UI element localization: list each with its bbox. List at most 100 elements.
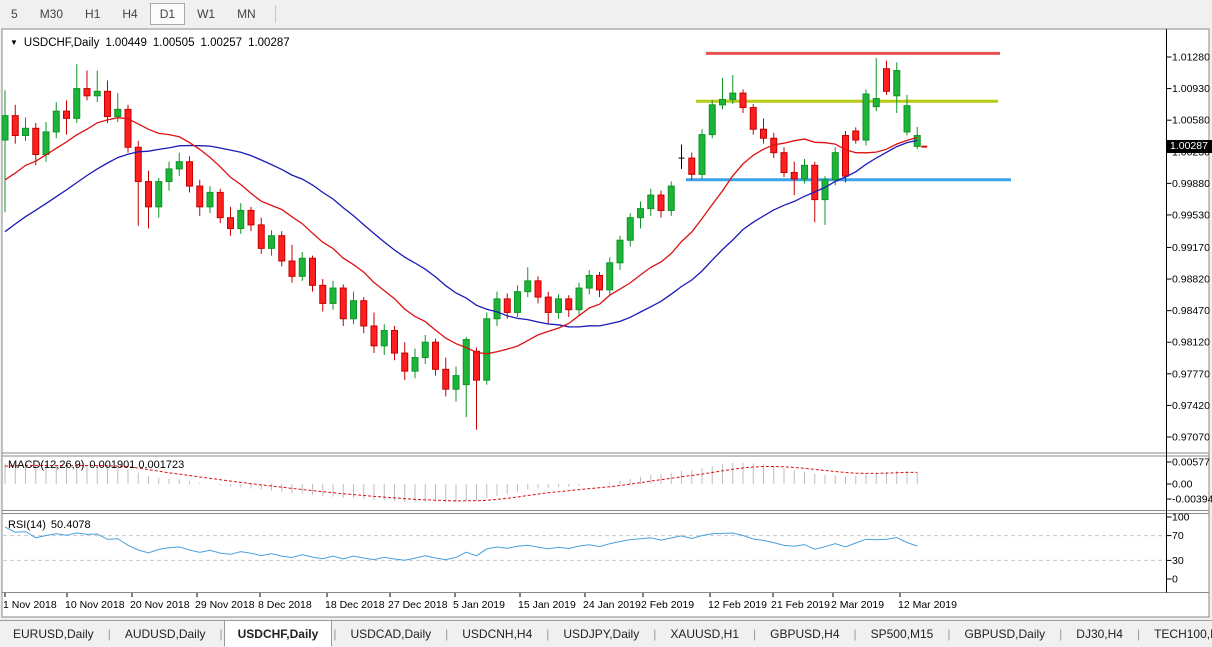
- macd-name: MACD(12,26,9): [8, 459, 84, 471]
- candle-body: [269, 236, 275, 249]
- candle-body: [658, 195, 664, 210]
- candle-body: [84, 89, 90, 96]
- tab-gbpusd-daily[interactable]: GBPUSD,Daily: [951, 621, 1058, 647]
- date-tick-label: 12 Mar 2019: [898, 599, 957, 611]
- tab-usdjpy-daily[interactable]: USDJPY,Daily: [550, 621, 652, 647]
- tab-usdcad-daily[interactable]: USDCAD,Daily: [337, 621, 444, 647]
- candle-body: [730, 93, 736, 99]
- candle-body: [802, 165, 808, 179]
- chart-dropdown-icon[interactable]: ▼: [10, 38, 18, 47]
- candle-body: [94, 91, 100, 96]
- rsi-tick-label: 100: [1172, 512, 1190, 524]
- candle-body: [53, 111, 59, 132]
- candle-body: [586, 275, 592, 288]
- chart-canvas[interactable]: 1.012801.009301.005801.002300.998800.995…: [0, 0, 1212, 620]
- macd-tick-label: -0.003944: [1172, 494, 1212, 506]
- macd-tick-label: 0.00: [1172, 479, 1193, 491]
- chart-low-value: 1.00257: [200, 37, 242, 49]
- chart-open-value: 1.00449: [105, 37, 147, 49]
- candle-body: [494, 299, 500, 319]
- chart-title: ▼ USDCHF,Daily 1.00449 1.00505 1.00257 1…: [10, 37, 290, 49]
- candle-body: [576, 288, 582, 310]
- tab-dj30-h4[interactable]: DJ30,H4: [1063, 621, 1136, 647]
- candle-body: [699, 135, 705, 175]
- tab-gbpusd-h4[interactable]: GBPUSD,H4: [757, 621, 852, 647]
- candle-body: [381, 330, 387, 345]
- candle-body: [535, 281, 541, 297]
- date-tick-label: 29 Nov 2018: [195, 599, 255, 611]
- rsi-value: 50.4078: [51, 519, 91, 531]
- candle-body: [443, 369, 449, 389]
- candle-body: [894, 71, 900, 96]
- tab-eurusd-daily[interactable]: EURUSD,Daily: [0, 621, 107, 647]
- tab-usdchf-daily[interactable]: USDCHF,Daily: [224, 620, 333, 647]
- candle-body: [556, 299, 562, 313]
- candle-body: [720, 99, 726, 104]
- candle-body: [822, 180, 828, 200]
- candle-body: [310, 258, 316, 285]
- rsi-tick-label: 70: [1172, 530, 1184, 542]
- candle-body: [351, 301, 357, 319]
- rsi-tick-label: 0: [1172, 574, 1178, 586]
- price-tick-label: 1.00930: [1172, 83, 1210, 95]
- candle-body: [566, 299, 572, 310]
- candle-body: [248, 210, 254, 224]
- tab-sp500-m15[interactable]: SP500,M15: [858, 621, 947, 647]
- candle-body: [689, 158, 695, 174]
- candle-body: [791, 173, 797, 179]
- candle-body: [863, 94, 869, 140]
- date-tick-label: 8 Dec 2018: [258, 599, 312, 611]
- candle-body: [258, 225, 264, 248]
- macd-values: 0.001901 0.001723: [89, 459, 184, 471]
- candle-body: [884, 69, 890, 92]
- date-tick-label: 2 Mar 2019: [831, 599, 884, 611]
- tab-xauusd-h1[interactable]: XAUUSD,H1: [657, 621, 752, 647]
- candle-body: [392, 330, 398, 353]
- price-tick-label: 0.97070: [1172, 432, 1210, 444]
- macd-indicator-label: MACD(12,26,9) 0.001901 0.001723: [8, 459, 184, 471]
- tab-audusd-daily[interactable]: AUDUSD,Daily: [112, 621, 219, 647]
- candle-body: [484, 319, 490, 380]
- candle-body: [125, 109, 131, 147]
- tab-tech100-h1[interactable]: TECH100,H1: [1141, 621, 1212, 647]
- candle-body: [545, 297, 551, 312]
- date-tick-label: 15 Jan 2019: [518, 599, 576, 611]
- price-tick-label: 0.99530: [1172, 209, 1210, 221]
- candle-body: [607, 263, 613, 290]
- rsi-name: RSI(14): [8, 519, 46, 531]
- candle-body: [146, 182, 152, 207]
- candle-body: [525, 281, 531, 292]
- price-tick-label: 0.98120: [1172, 337, 1210, 349]
- candle-body: [812, 165, 818, 199]
- candle-body: [23, 128, 29, 135]
- candle-body: [166, 169, 172, 182]
- date-tick-label: 24 Jan 2019: [583, 599, 641, 611]
- candle-body: [74, 89, 80, 119]
- candle-body: [781, 153, 787, 173]
- candle-body: [299, 258, 305, 276]
- candle-body: [904, 106, 910, 132]
- price-tick-label: 1.00580: [1172, 115, 1210, 127]
- candle-body: [115, 109, 121, 116]
- candle-body: [217, 192, 223, 217]
- candle-body: [668, 186, 674, 210]
- candle-body: [289, 261, 295, 276]
- date-tick-label: 12 Feb 2019: [708, 599, 767, 611]
- tab-usdcnh-h4[interactable]: USDCNH,H4: [449, 621, 545, 647]
- candle-body: [617, 240, 623, 263]
- candle-body: [371, 326, 377, 346]
- candle-body: [843, 136, 849, 177]
- date-tick-label: 21 Feb 2019: [771, 599, 830, 611]
- candle-body: [340, 288, 346, 319]
- candle-body: [187, 162, 193, 186]
- candle-body: [761, 129, 767, 138]
- chart-symbol-label: USDCHF,Daily: [24, 37, 99, 49]
- price-tick-label: 0.97770: [1172, 368, 1210, 380]
- candle-body: [740, 93, 746, 107]
- chart-close-value: 1.00287: [248, 37, 290, 49]
- date-tick-label: 20 Nov 2018: [130, 599, 190, 611]
- chart-window-frame: [2, 29, 1209, 617]
- price-tick-label: 0.99170: [1172, 242, 1210, 254]
- current-price-tag: 1.00287: [1166, 140, 1212, 153]
- price-tick-label: 1.01280: [1172, 52, 1210, 64]
